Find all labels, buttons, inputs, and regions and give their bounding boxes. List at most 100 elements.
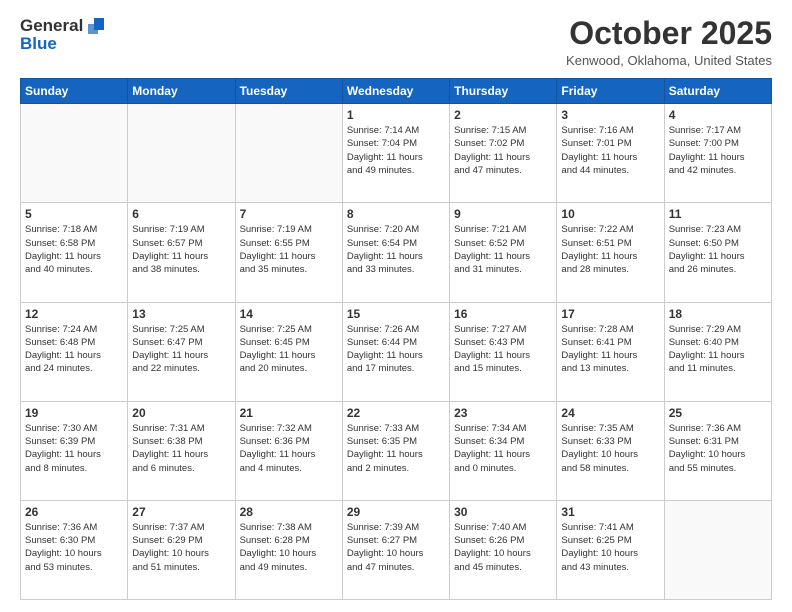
day-info: Sunrise: 7:19 AM Sunset: 6:57 PM Dayligh… xyxy=(132,223,230,276)
calendar-cell: 23 Sunrise: 7:34 AM Sunset: 6:34 PM Dayli… xyxy=(450,401,557,500)
day-info: Sunrise: 7:31 AM Sunset: 6:38 PM Dayligh… xyxy=(132,422,230,475)
day-info: Sunrise: 7:41 AM Sunset: 6:25 PM Dayligh… xyxy=(561,521,659,574)
calendar-week-row: 19 Sunrise: 7:30 AM Sunset: 6:39 PM Dayli… xyxy=(21,401,772,500)
logo-blue-text: Blue xyxy=(20,34,106,54)
day-number: 13 xyxy=(132,307,230,321)
day-info: Sunrise: 7:15 AM Sunset: 7:02 PM Dayligh… xyxy=(454,124,552,177)
day-number: 4 xyxy=(669,108,767,122)
day-number: 21 xyxy=(240,406,338,420)
calendar-day-header: Saturday xyxy=(664,79,771,104)
calendar-cell xyxy=(664,500,771,599)
calendar-cell: 8 Sunrise: 7:20 AM Sunset: 6:54 PM Daylig… xyxy=(342,203,449,302)
header: General Blue October 2025 Kenwood, Oklah… xyxy=(20,16,772,68)
calendar-week-row: 26 Sunrise: 7:36 AM Sunset: 6:30 PM Dayli… xyxy=(21,500,772,599)
calendar-cell: 10 Sunrise: 7:22 AM Sunset: 6:51 PM Dayli… xyxy=(557,203,664,302)
day-info: Sunrise: 7:33 AM Sunset: 6:35 PM Dayligh… xyxy=(347,422,445,475)
day-number: 8 xyxy=(347,207,445,221)
day-info: Sunrise: 7:14 AM Sunset: 7:04 PM Dayligh… xyxy=(347,124,445,177)
day-info: Sunrise: 7:18 AM Sunset: 6:58 PM Dayligh… xyxy=(25,223,123,276)
calendar-cell: 12 Sunrise: 7:24 AM Sunset: 6:48 PM Dayli… xyxy=(21,302,128,401)
day-number: 30 xyxy=(454,505,552,519)
logo-icon xyxy=(86,16,106,36)
calendar-week-row: 1Sunrise: 7:14 AM Sunset: 7:04 PM Daylig… xyxy=(21,104,772,203)
day-info: Sunrise: 7:20 AM Sunset: 6:54 PM Dayligh… xyxy=(347,223,445,276)
calendar-cell: 2 Sunrise: 7:15 AM Sunset: 7:02 PM Daylig… xyxy=(450,104,557,203)
calendar-cell: 25 Sunrise: 7:36 AM Sunset: 6:31 PM Dayli… xyxy=(664,401,771,500)
calendar-week-row: 12 Sunrise: 7:24 AM Sunset: 6:48 PM Dayli… xyxy=(21,302,772,401)
day-info: Sunrise: 7:28 AM Sunset: 6:41 PM Dayligh… xyxy=(561,323,659,376)
day-number: 3 xyxy=(561,108,659,122)
calendar-cell: 9Sunrise: 7:21 AM Sunset: 6:52 PM Daylig… xyxy=(450,203,557,302)
day-number: 23 xyxy=(454,406,552,420)
calendar-table: SundayMondayTuesdayWednesdayThursdayFrid… xyxy=(20,78,772,600)
calendar-cell: 13 Sunrise: 7:25 AM Sunset: 6:47 PM Dayli… xyxy=(128,302,235,401)
day-number: 10 xyxy=(561,207,659,221)
day-info: Sunrise: 7:25 AM Sunset: 6:45 PM Dayligh… xyxy=(240,323,338,376)
calendar-cell: 19 Sunrise: 7:30 AM Sunset: 6:39 PM Dayli… xyxy=(21,401,128,500)
day-number: 14 xyxy=(240,307,338,321)
calendar-day-header: Thursday xyxy=(450,79,557,104)
day-number: 29 xyxy=(347,505,445,519)
calendar-cell: 4 Sunrise: 7:17 AM Sunset: 7:00 PM Daylig… xyxy=(664,104,771,203)
day-number: 28 xyxy=(240,505,338,519)
day-number: 5 xyxy=(25,207,123,221)
day-info: Sunrise: 7:22 AM Sunset: 6:51 PM Dayligh… xyxy=(561,223,659,276)
day-info: Sunrise: 7:35 AM Sunset: 6:33 PM Dayligh… xyxy=(561,422,659,475)
day-number: 22 xyxy=(347,406,445,420)
day-info: Sunrise: 7:38 AM Sunset: 6:28 PM Dayligh… xyxy=(240,521,338,574)
day-number: 20 xyxy=(132,406,230,420)
calendar-day-header: Friday xyxy=(557,79,664,104)
day-info: Sunrise: 7:37 AM Sunset: 6:29 PM Dayligh… xyxy=(132,521,230,574)
calendar-cell xyxy=(128,104,235,203)
calendar-day-header: Monday xyxy=(128,79,235,104)
day-number: 19 xyxy=(25,406,123,420)
calendar-cell: 1Sunrise: 7:14 AM Sunset: 7:04 PM Daylig… xyxy=(342,104,449,203)
day-number: 31 xyxy=(561,505,659,519)
calendar-day-header: Wednesday xyxy=(342,79,449,104)
day-number: 15 xyxy=(347,307,445,321)
calendar-cell: 14 Sunrise: 7:25 AM Sunset: 6:45 PM Dayli… xyxy=(235,302,342,401)
calendar-cell: 31 Sunrise: 7:41 AM Sunset: 6:25 PM Dayli… xyxy=(557,500,664,599)
calendar-cell xyxy=(235,104,342,203)
day-info: Sunrise: 7:24 AM Sunset: 6:48 PM Dayligh… xyxy=(25,323,123,376)
calendar-cell: 5 Sunrise: 7:18 AM Sunset: 6:58 PM Daylig… xyxy=(21,203,128,302)
day-info: Sunrise: 7:17 AM Sunset: 7:00 PM Dayligh… xyxy=(669,124,767,177)
calendar-cell: 21Sunrise: 7:32 AM Sunset: 6:36 PM Dayli… xyxy=(235,401,342,500)
calendar-cell: 16 Sunrise: 7:27 AM Sunset: 6:43 PM Dayli… xyxy=(450,302,557,401)
day-number: 12 xyxy=(25,307,123,321)
day-number: 16 xyxy=(454,307,552,321)
day-number: 24 xyxy=(561,406,659,420)
logo: General Blue xyxy=(20,16,106,54)
day-number: 2 xyxy=(454,108,552,122)
calendar-cell: 28 Sunrise: 7:38 AM Sunset: 6:28 PM Dayli… xyxy=(235,500,342,599)
page: General Blue October 2025 Kenwood, Oklah… xyxy=(0,0,792,612)
calendar-cell: 6Sunrise: 7:19 AM Sunset: 6:57 PM Daylig… xyxy=(128,203,235,302)
calendar-cell: 22 Sunrise: 7:33 AM Sunset: 6:35 PM Dayli… xyxy=(342,401,449,500)
day-info: Sunrise: 7:40 AM Sunset: 6:26 PM Dayligh… xyxy=(454,521,552,574)
calendar-cell: 17 Sunrise: 7:28 AM Sunset: 6:41 PM Dayli… xyxy=(557,302,664,401)
day-info: Sunrise: 7:27 AM Sunset: 6:43 PM Dayligh… xyxy=(454,323,552,376)
day-number: 17 xyxy=(561,307,659,321)
calendar-cell: 24 Sunrise: 7:35 AM Sunset: 6:33 PM Dayli… xyxy=(557,401,664,500)
calendar-cell: 27Sunrise: 7:37 AM Sunset: 6:29 PM Dayli… xyxy=(128,500,235,599)
calendar-day-header: Tuesday xyxy=(235,79,342,104)
day-info: Sunrise: 7:25 AM Sunset: 6:47 PM Dayligh… xyxy=(132,323,230,376)
day-info: Sunrise: 7:19 AM Sunset: 6:55 PM Dayligh… xyxy=(240,223,338,276)
calendar-header-row: SundayMondayTuesdayWednesdayThursdayFrid… xyxy=(21,79,772,104)
day-number: 9 xyxy=(454,207,552,221)
calendar-cell: 26 Sunrise: 7:36 AM Sunset: 6:30 PM Dayli… xyxy=(21,500,128,599)
day-info: Sunrise: 7:30 AM Sunset: 6:39 PM Dayligh… xyxy=(25,422,123,475)
day-info: Sunrise: 7:34 AM Sunset: 6:34 PM Dayligh… xyxy=(454,422,552,475)
day-info: Sunrise: 7:39 AM Sunset: 6:27 PM Dayligh… xyxy=(347,521,445,574)
calendar-cell xyxy=(21,104,128,203)
day-number: 11 xyxy=(669,207,767,221)
calendar-cell: 15 Sunrise: 7:26 AM Sunset: 6:44 PM Dayli… xyxy=(342,302,449,401)
day-number: 26 xyxy=(25,505,123,519)
day-info: Sunrise: 7:26 AM Sunset: 6:44 PM Dayligh… xyxy=(347,323,445,376)
location: Kenwood, Oklahoma, United States xyxy=(566,53,772,68)
calendar-cell: 29 Sunrise: 7:39 AM Sunset: 6:27 PM Dayli… xyxy=(342,500,449,599)
day-number: 7 xyxy=(240,207,338,221)
day-number: 25 xyxy=(669,406,767,420)
day-info: Sunrise: 7:36 AM Sunset: 6:31 PM Dayligh… xyxy=(669,422,767,475)
day-info: Sunrise: 7:36 AM Sunset: 6:30 PM Dayligh… xyxy=(25,521,123,574)
